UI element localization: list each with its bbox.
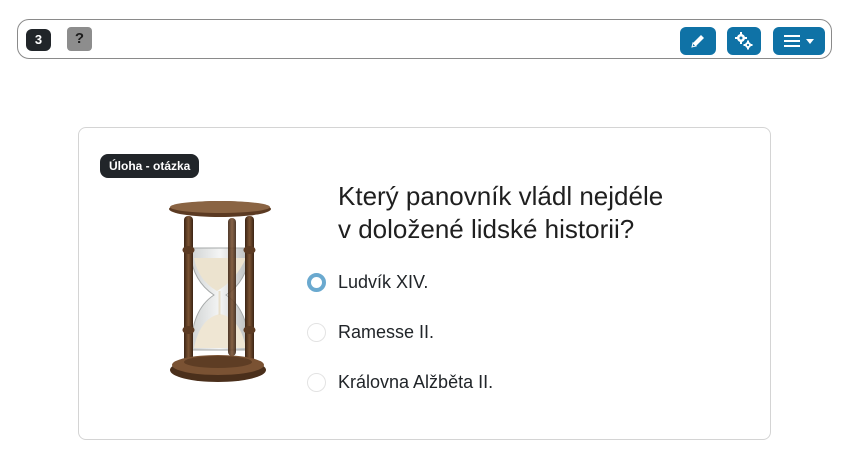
main-menu-button[interactable] [773, 27, 825, 55]
answer-label: Královna Alžběta II. [338, 371, 494, 392]
hamburger-icon [784, 35, 800, 47]
question-line-2: v doložené lidské historii? [338, 214, 635, 244]
task-type-badge: Úloha - otázka [100, 154, 200, 178]
answer-label: Ludvík XIV. [338, 271, 429, 292]
answer-option-1[interactable]: Ludvík XIV. [307, 270, 428, 294]
caret-down-icon [806, 38, 814, 44]
top-toolbar: 3 ? [17, 19, 832, 59]
gears-icon [735, 32, 753, 50]
answer-label: Ramesse II. [338, 321, 435, 342]
question-line-1: Který panovník vládl nejdéle [338, 181, 664, 211]
hourglass-image [169, 201, 271, 382]
help-button[interactable]: ? [67, 27, 92, 51]
answer-option-3[interactable]: Královna Alžběta II. [307, 370, 493, 394]
question-counter-badge: 3 [26, 29, 51, 51]
question-card: Úloha - otázka Který panovník vládl nejd… [78, 127, 771, 440]
radio-button[interactable] [307, 322, 326, 342]
question-text: Který panovník vládl nejdéle v doložené … [338, 180, 738, 246]
pencil-icon [691, 35, 704, 48]
settings-button[interactable] [727, 27, 761, 55]
radio-button-selected[interactable] [307, 272, 326, 292]
radio-button[interactable] [307, 372, 326, 392]
edit-button[interactable] [680, 27, 716, 55]
answer-option-2[interactable]: Ramesse II. [307, 320, 434, 344]
